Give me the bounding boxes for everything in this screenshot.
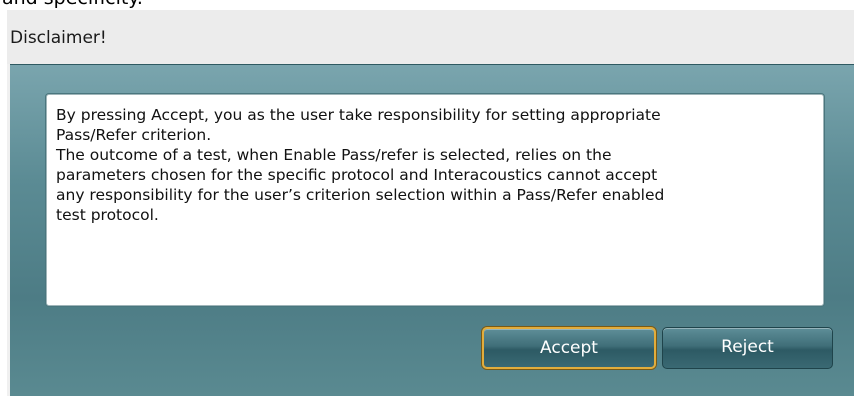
- dialog-client-area: By pressing Accept, you as the user take…: [10, 64, 854, 396]
- disclaimer-dialog: Disclaimer! By pressing Accept, you as t…: [7, 10, 854, 396]
- reject-button[interactable]: Reject: [662, 327, 833, 369]
- dialog-titlebar[interactable]: Disclaimer!: [7, 10, 854, 64]
- message-line: The outcome of a test, when Enable Pass/…: [56, 146, 612, 164]
- message-line: By pressing Accept, you as the user take…: [56, 106, 661, 124]
- message-line: Pass/Refer criterion.: [56, 126, 212, 144]
- message-line: parameters chosen for the specific proto…: [56, 166, 658, 184]
- message-line: test protocol.: [56, 206, 159, 224]
- message-box: By pressing Accept, you as the user take…: [46, 94, 824, 306]
- disclaimer-message: By pressing Accept, you as the user take…: [56, 105, 816, 225]
- accept-button[interactable]: Accept: [482, 327, 656, 369]
- page: and specificity. Disclaimer! By pressing…: [0, 0, 854, 396]
- dialog-title: Disclaimer!: [10, 28, 107, 48]
- message-line: any responsibility for the user’s criter…: [56, 186, 665, 204]
- cropped-document-text: and specificity.: [2, 0, 143, 9]
